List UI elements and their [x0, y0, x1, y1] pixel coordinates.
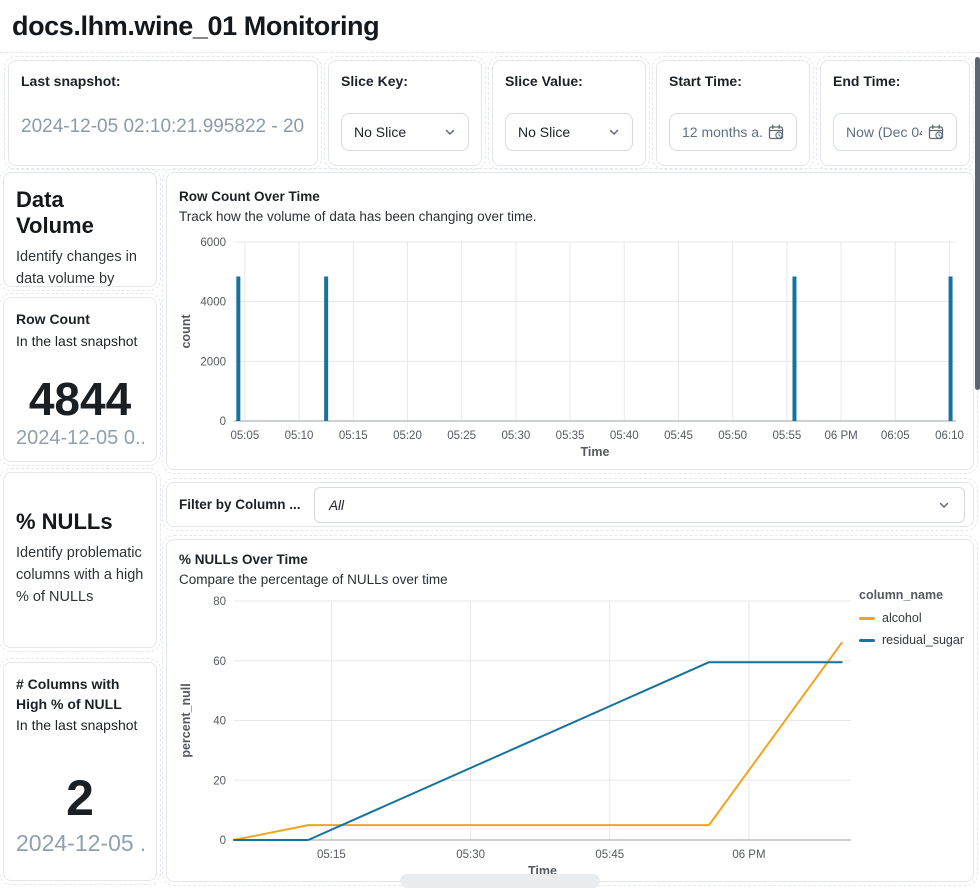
- row-count-stat-title: Row Count: [16, 310, 144, 330]
- svg-text:05:10: 05:10: [285, 430, 314, 442]
- slice-key-select[interactable]: No Slice: [341, 113, 469, 151]
- svg-text:40: 40: [213, 716, 226, 728]
- svg-text:20: 20: [213, 775, 226, 787]
- chevron-down-icon: [938, 499, 950, 511]
- chart-legend: column_name alcohol residual_sugar: [859, 588, 964, 655]
- start-time-label: Start Time:: [669, 73, 797, 89]
- end-time-label: End Time:: [833, 73, 957, 89]
- start-time-card: Start Time: 12 months a...: [656, 60, 810, 166]
- svg-text:06:05: 06:05: [881, 430, 910, 442]
- svg-text:05:35: 05:35: [556, 430, 585, 442]
- svg-text:05:30: 05:30: [456, 849, 485, 861]
- pct-nulls-card: % NULLs Identify problematic columns wit…: [3, 472, 157, 648]
- page-title: docs.lhm.wine_01 Monitoring: [12, 11, 379, 42]
- chevron-down-icon: [444, 126, 456, 138]
- legend-item-alcohol[interactable]: alcohol: [859, 611, 964, 625]
- data-volume-card: Data Volume Identify changes in data vol…: [3, 172, 157, 287]
- svg-text:05:40: 05:40: [610, 430, 639, 442]
- svg-text:05:20: 05:20: [393, 430, 422, 442]
- last-snapshot-card: Last snapshot: 2024-12-05 02:10:21.99582…: [8, 60, 318, 166]
- svg-text:05:30: 05:30: [501, 430, 530, 442]
- row-count-chart: 05:05 05:10 05:15 05:20 05:25 05:30 05:35 05:40…: [167, 173, 974, 470]
- nulls-chart: 05:1505:3005:4506 PM020406080Timepercent…: [167, 540, 974, 882]
- svg-text:2000: 2000: [200, 356, 226, 368]
- row-count-chart-card: Row Count Over Time Track how the volume…: [166, 172, 974, 470]
- svg-text:05:05: 05:05: [230, 430, 259, 442]
- svg-text:Time: Time: [581, 445, 610, 459]
- slice-key-label: Slice Key:: [341, 73, 469, 89]
- svg-text:percent_null: percent_null: [179, 683, 193, 757]
- filter-value: All: [329, 498, 344, 513]
- legend-label-alcohol: alcohol: [882, 611, 922, 625]
- row-count-date: 2024-12-05 0...: [16, 427, 144, 450]
- svg-text:80: 80: [213, 596, 226, 608]
- last-snapshot-value: 2024-12-05 02:10:21.995822 - 2024-1...: [21, 116, 305, 138]
- data-volume-title: Data Volume: [16, 187, 144, 239]
- vertical-scrollbar[interactable]: [975, 57, 980, 390]
- high-null-columns-value: 2: [16, 772, 144, 825]
- filter-label: Filter by Column ...: [179, 497, 301, 512]
- legend-label-residual-sugar: residual_sugar: [882, 633, 964, 647]
- legend-item-residual-sugar[interactable]: residual_sugar: [859, 633, 964, 647]
- svg-text:0: 0: [220, 835, 226, 847]
- calendar-clock-icon: [768, 124, 784, 140]
- alcohol-line-swatch: [859, 617, 875, 620]
- filter-card: Filter by Column ... All: [166, 482, 974, 527]
- last-snapshot-label: Last snapshot:: [21, 73, 305, 89]
- slice-value-label: Slice Value:: [505, 73, 633, 89]
- high-null-columns-subtitle: In the last snapshot: [16, 716, 144, 736]
- svg-text:05:15: 05:15: [339, 430, 368, 442]
- calendar-clock-icon: [928, 124, 944, 140]
- residual-sugar-line-swatch: [859, 639, 875, 642]
- pct-nulls-description: Identify problematic columns with a high…: [16, 543, 144, 608]
- filter-column-select[interactable]: All: [314, 487, 965, 523]
- horizontal-scrollbar[interactable]: [400, 874, 600, 888]
- slice-key-value: No Slice: [354, 124, 406, 140]
- high-null-columns-title: # Columns with High % of NULL: [16, 675, 144, 714]
- svg-text:06 PM: 06 PM: [824, 430, 857, 442]
- svg-text:05:25: 05:25: [447, 430, 476, 442]
- slice-value-select[interactable]: No Slice: [505, 113, 633, 151]
- row-count-stat-subtitle: In the last snapshot: [16, 332, 144, 352]
- data-volume-description: Identify changes in data volume by track…: [16, 247, 144, 287]
- svg-text:05:45: 05:45: [595, 849, 624, 861]
- end-time-input[interactable]: Now (Dec 04,...: [833, 113, 957, 151]
- pct-nulls-title: % NULLs: [16, 509, 144, 535]
- end-time-card: End Time: Now (Dec 04,...: [820, 60, 970, 166]
- svg-text:05:50: 05:50: [718, 430, 747, 442]
- high-null-columns-card: # Columns with High % of NULL In the las…: [3, 662, 157, 881]
- end-time-value: Now (Dec 04,...: [846, 124, 922, 140]
- page-header: docs.lhm.wine_01 Monitoring: [0, 0, 980, 53]
- nulls-chart-card: % NULLs Over Time Compare the percentage…: [166, 539, 974, 882]
- svg-text:05:15: 05:15: [317, 849, 346, 861]
- svg-text:05:45: 05:45: [664, 430, 693, 442]
- svg-text:count: count: [179, 314, 193, 349]
- svg-text:06 PM: 06 PM: [732, 849, 765, 861]
- svg-text:6000: 6000: [200, 237, 226, 249]
- start-time-input[interactable]: 12 months a...: [669, 113, 797, 151]
- slice-value-card: Slice Value: No Slice: [492, 60, 646, 166]
- row-count-value: 4844: [16, 375, 144, 423]
- slice-key-card: Slice Key: No Slice: [328, 60, 482, 166]
- chevron-down-icon: [608, 126, 620, 138]
- slice-value-value: No Slice: [518, 124, 570, 140]
- svg-text:0: 0: [220, 416, 226, 428]
- start-time-value: 12 months a...: [682, 124, 762, 140]
- legend-title: column_name: [859, 588, 964, 602]
- svg-text:4000: 4000: [200, 297, 226, 309]
- high-null-columns-date: 2024-12-05 ...: [16, 830, 144, 857]
- svg-text:60: 60: [213, 656, 226, 668]
- svg-text:05:55: 05:55: [772, 430, 801, 442]
- row-count-stat-card: Row Count In the last snapshot 4844 2024…: [3, 297, 157, 462]
- svg-text:06:10: 06:10: [935, 430, 964, 442]
